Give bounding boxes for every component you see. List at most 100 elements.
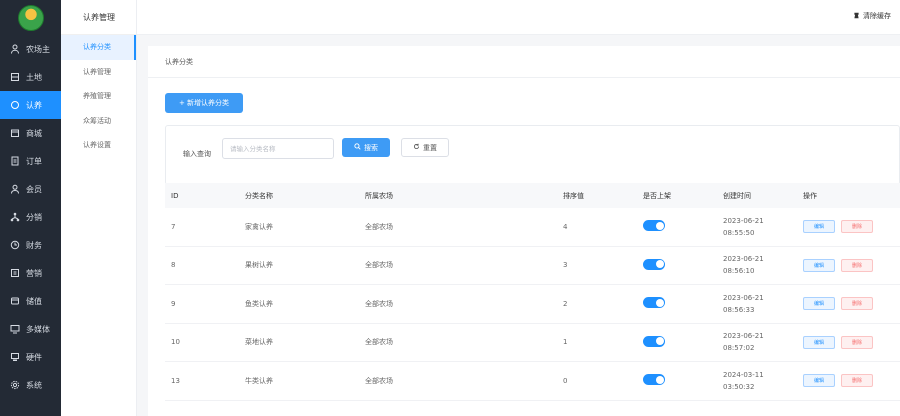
created-clock: 08:56:33 [723, 305, 755, 314]
cell-farm: 全部农场 [365, 376, 393, 385]
order-icon [10, 156, 20, 166]
search-button[interactable]: 搜索 [342, 138, 390, 157]
search-button-label: 搜索 [364, 143, 378, 152]
edit-button[interactable]: 编辑 [803, 258, 835, 272]
sidebar-item-order[interactable]: 订单 [0, 147, 61, 175]
delete-button[interactable]: 删除 [841, 297, 873, 311]
content-card: 认养分类 + 新增认养分类 输入查询 搜索 重置 ID 分类名称 所属农场 排序… [148, 46, 900, 416]
created-clock: 08:55:50 [723, 228, 755, 237]
sidebar-item-label: 财务 [26, 240, 42, 250]
on-shelf-toggle[interactable] [643, 374, 665, 386]
cell-created-time: 2023-06-21 08:56:33 [723, 292, 803, 316]
cell-actions: 编辑 删除 [803, 297, 900, 311]
cell-id: 9 [171, 299, 176, 308]
search-input[interactable] [222, 138, 334, 159]
cell-id: 10 [171, 338, 180, 347]
search-label: 输入查询 [183, 150, 211, 158]
sidebar-item-label: 系统 [26, 380, 42, 390]
cell-farm: 全部农场 [365, 299, 393, 308]
edit-button[interactable]: 编辑 [803, 374, 835, 388]
reset-button[interactable]: 重置 [401, 138, 449, 157]
created-clock: 03:50:32 [723, 382, 755, 391]
delete-button[interactable]: 删除 [841, 220, 873, 234]
table-row: 8 果树认养 全部农场 3 2023-06-21 08:56:10 编辑 删除 [165, 247, 900, 285]
created-clock: 08:57:02 [723, 344, 755, 353]
sidebar-item-mall[interactable]: 商城 [0, 119, 61, 147]
cell-category-name: 果树认养 [245, 261, 273, 270]
cell-category-name: 菜地认养 [245, 338, 273, 347]
cell-actions: 编辑 删除 [803, 335, 900, 349]
mall-icon [10, 128, 20, 138]
cell-id: 13 [171, 376, 180, 385]
sidebar-nav: 农场主 土地 认养商城订单 会员分销财务营销储值多媒体 硬件系统 [0, 35, 61, 399]
submenu-item[interactable]: 认养管理 [61, 60, 136, 85]
farmer-icon [10, 44, 20, 54]
sidebar-item-distribution[interactable]: 分销 [0, 203, 61, 231]
sidebar-item-farmer[interactable]: 农场主 [0, 35, 61, 63]
sidebar-item-marketing[interactable]: 营销 [0, 259, 61, 287]
marketing-icon [10, 268, 20, 278]
on-shelf-toggle[interactable] [643, 335, 665, 347]
sidebar-item-adopt[interactable]: 认养 [0, 91, 61, 119]
delete-button[interactable]: 删除 [841, 374, 873, 388]
cell-on-shelf [643, 220, 723, 233]
on-shelf-toggle[interactable] [643, 297, 665, 309]
sidebar-item-finance[interactable]: 财务 [0, 231, 61, 259]
adopt-icon [10, 100, 20, 110]
column-header-on-shelf: 是否上架 [643, 191, 671, 200]
created-date: 2023-06-21 [723, 255, 764, 264]
sidebar-item-land[interactable]: 土地 [0, 63, 61, 91]
column-header-created-time: 创建时间 [723, 191, 751, 200]
cell-id: 8 [171, 261, 176, 270]
sidebar-item-label: 储值 [26, 296, 42, 306]
cell-actions: 编辑 删除 [803, 220, 900, 234]
table-row: 13 牛类认养 全部农场 0 2024-03-11 03:50:32 编辑 删除 [165, 362, 900, 401]
submenu-item[interactable]: 众筹活动 [61, 109, 136, 134]
table-header: ID 分类名称 所属农场 排序值 是否上架 创建时间 操作 [165, 183, 900, 208]
refresh-icon [413, 143, 420, 152]
sidebar-item-label: 分销 [26, 212, 42, 222]
search-panel: 输入查询 搜索 重置 [165, 125, 900, 185]
created-clock: 08:56:10 [723, 267, 755, 276]
on-shelf-toggle[interactable] [643, 220, 665, 232]
stored-value-icon [10, 296, 20, 306]
sidebar-item-member[interactable]: 会员 [0, 175, 61, 203]
distribution-icon [10, 212, 20, 222]
sidebar-item-hardware[interactable]: 硬件 [0, 343, 61, 371]
column-header-actions: 操作 [803, 191, 817, 200]
sidebar-item-label: 营销 [26, 268, 42, 278]
system-icon [10, 380, 20, 390]
multimedia-icon [10, 324, 20, 334]
clear-cache-button[interactable]: 清除缓存 [853, 11, 891, 21]
cell-category-name: 家禽认养 [245, 222, 273, 231]
edit-button[interactable]: 编辑 [803, 297, 835, 311]
column-header-id: ID [171, 191, 179, 200]
column-header-sort: 排序值 [563, 191, 584, 200]
cell-sort-value: 3 [563, 261, 568, 270]
cell-category-name: 鱼类认养 [245, 299, 273, 308]
broom-icon [853, 12, 860, 21]
cell-actions: 编辑 删除 [803, 374, 900, 388]
edit-button[interactable]: 编辑 [803, 220, 835, 234]
cell-on-shelf [643, 335, 723, 349]
column-header-farm: 所属农场 [365, 191, 393, 200]
cell-sort-value: 4 [563, 222, 568, 231]
submenu-item[interactable]: 认养设置 [61, 133, 136, 158]
delete-button[interactable]: 删除 [841, 335, 873, 349]
created-date: 2023-06-21 [723, 216, 764, 225]
delete-button[interactable]: 删除 [841, 258, 873, 272]
add-category-button[interactable]: + 新增认养分类 [165, 93, 243, 113]
submenu-item[interactable]: 认养分类 [61, 35, 136, 60]
on-shelf-toggle[interactable] [643, 258, 665, 270]
table-row: 7 家禽认养 全部农场 4 2023-06-21 08:55:50 编辑 删除 [165, 208, 900, 247]
clear-cache-label: 清除缓存 [863, 12, 891, 20]
edit-button[interactable]: 编辑 [803, 335, 835, 349]
sidebar-item-label: 商城 [26, 128, 42, 138]
submenu-item[interactable]: 养殖管理 [61, 84, 136, 109]
created-date: 2024-03-11 [723, 370, 764, 379]
sidebar-item-stored-value[interactable]: 储值 [0, 287, 61, 315]
column-header-name: 分类名称 [245, 191, 273, 200]
cell-on-shelf [643, 374, 723, 387]
sidebar-item-system[interactable]: 系统 [0, 371, 61, 399]
sidebar-item-multimedia[interactable]: 多媒体 [0, 315, 61, 343]
